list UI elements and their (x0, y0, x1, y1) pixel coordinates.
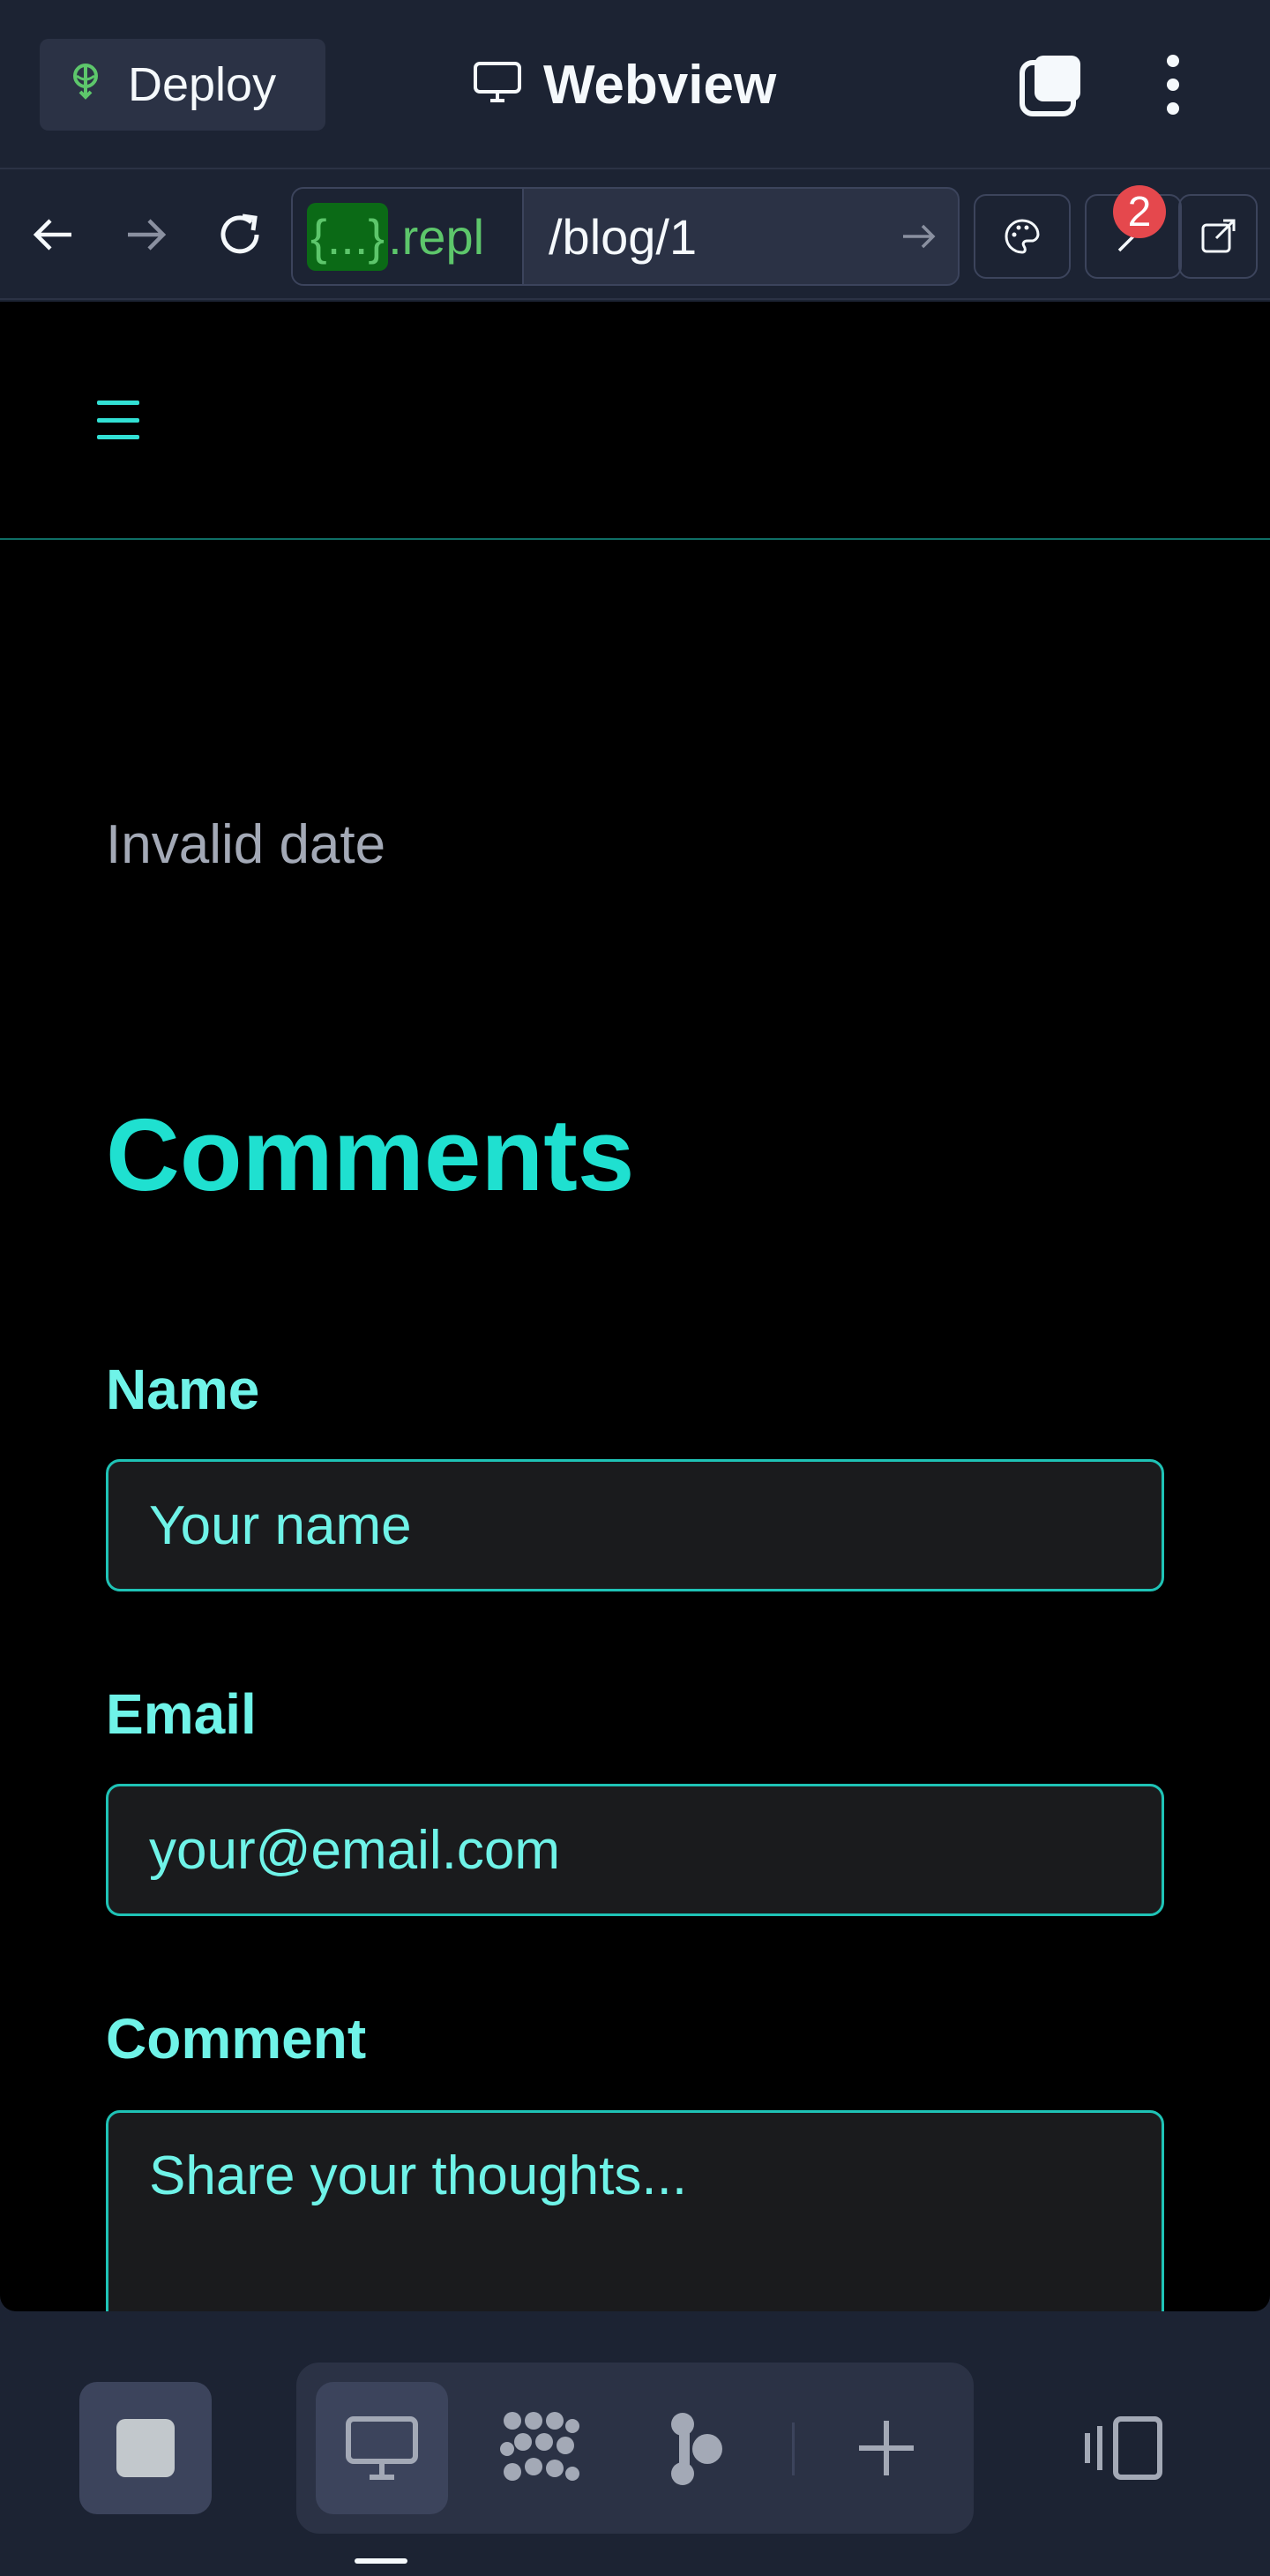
panel-toggle-icon[interactable] (1076, 2382, 1173, 2514)
tabs-icon[interactable] (1016, 48, 1087, 122)
hamburger-icon[interactable] (97, 401, 139, 439)
comment-label: Comment (106, 2007, 367, 2071)
browser-toolbar: {...} .repl /blog/1 (0, 171, 1270, 300)
host-suffix: .repl (388, 208, 485, 265)
comments-heading: Comments (106, 1097, 635, 1212)
active-tab-title[interactable]: Webview (473, 39, 776, 131)
address-path[interactable]: /blog/1 (549, 189, 697, 284)
arrow-right-icon[interactable] (898, 215, 940, 258)
deploy-icon (68, 57, 103, 112)
tab-title-label: Webview (543, 54, 777, 116)
devtools-badge: 2 (1113, 185, 1166, 238)
workspace-top-bar: Deploy Webview (0, 0, 1270, 169)
webview-pane-button[interactable] (316, 2382, 448, 2514)
add-pane-button[interactable] (820, 2382, 952, 2514)
monitor-icon (346, 2416, 418, 2480)
monitor-icon (473, 54, 522, 116)
name-label: Name (106, 1358, 260, 1421)
stop-button[interactable] (79, 2382, 212, 2514)
more-vertical-icon[interactable] (1147, 48, 1199, 122)
arrow-left-icon[interactable] (16, 198, 90, 272)
webview-content: Invalid date Comments Name Your name Ema… (0, 302, 1270, 2311)
palette-icon[interactable] (974, 194, 1071, 279)
arrow-right-icon[interactable] (109, 198, 183, 272)
agent-pane-button[interactable] (474, 2382, 607, 2514)
toolbar-divider (792, 2422, 795, 2475)
name-input[interactable]: Your name (106, 1459, 1164, 1591)
host-token: {...} (307, 202, 389, 271)
external-link-icon[interactable] (1178, 194, 1258, 279)
reload-icon[interactable] (203, 198, 277, 272)
home-indicator (355, 2558, 407, 2564)
deploy-label: Deploy (128, 58, 277, 111)
comment-placeholder: Share your thoughts... (149, 2145, 688, 2206)
name-placeholder: Your name (149, 1494, 412, 1556)
address-host: {...} .repl (293, 189, 524, 284)
workflow-icon (671, 2413, 722, 2485)
address-bar[interactable]: {...} .repl /blog/1 (291, 187, 960, 286)
bottom-toolbar (0, 2311, 1270, 2576)
post-date: Invalid date (106, 814, 386, 875)
workflow-pane-button[interactable] (631, 2382, 764, 2514)
stop-icon (116, 2419, 175, 2477)
agent-icon (500, 2412, 579, 2481)
comment-textarea[interactable]: Share your thoughts... (106, 2110, 1164, 2311)
email-input[interactable]: your@email.com (106, 1784, 1164, 1916)
pane-switcher (296, 2363, 974, 2534)
email-label: Email (106, 1682, 257, 1746)
deploy-button[interactable]: Deploy (40, 39, 325, 131)
plus-icon (859, 2421, 914, 2475)
email-placeholder: your@email.com (149, 1819, 561, 1881)
site-header (0, 302, 1270, 540)
